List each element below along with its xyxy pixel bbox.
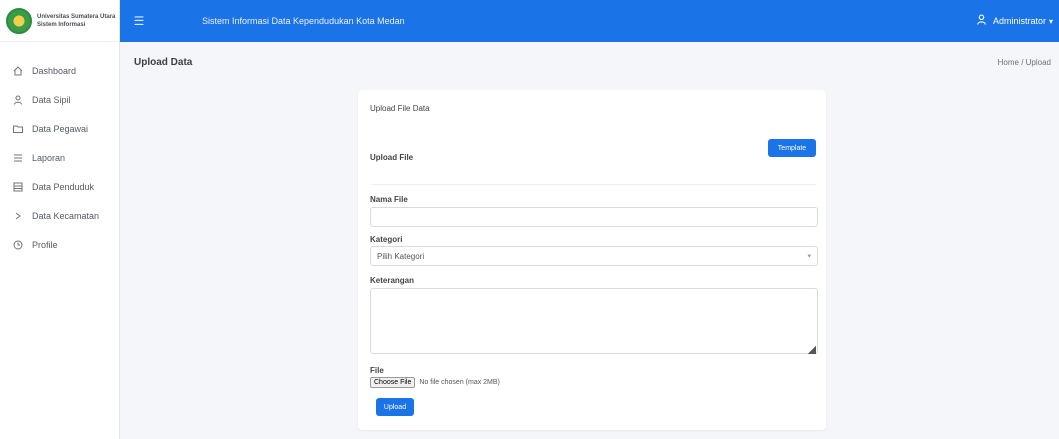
brand[interactable]: Universitas Sumatera Utara Sistem Inform…	[0, 0, 119, 42]
sidebar-item-label: Dashboard	[32, 65, 77, 76]
sidebar-item-data-pegawai[interactable]: Data Pegawai	[0, 114, 119, 143]
file-upload-field[interactable]	[370, 165, 818, 185]
category-label: Kategori	[370, 235, 403, 244]
home-icon	[12, 65, 24, 77]
clock-icon	[12, 239, 24, 251]
name-label: Nama File	[370, 195, 408, 204]
brand-subtitle: Sistem Informasi	[37, 21, 86, 28]
sidebar: Universitas Sumatera Utara Sistem Inform…	[0, 0, 120, 439]
chevron-down-icon: ▾	[807, 253, 811, 260]
sidebar-item-label: Data Kecamatan	[32, 210, 100, 221]
sidebar-item-label: Laporan	[32, 152, 66, 163]
chevron-icon	[12, 210, 24, 222]
submit-button[interactable]: Upload	[376, 398, 414, 416]
sidebar-nav: Dashboard Data Sipil Data Pegawai Lapora…	[0, 42, 119, 259]
folder-icon	[12, 123, 24, 135]
name-input[interactable]	[370, 207, 818, 227]
user-icon	[976, 14, 987, 28]
brand-text: Universitas Sumatera Utara Sistem Inform…	[37, 13, 115, 29]
resize-handle-icon[interactable]	[808, 346, 816, 354]
sidebar-item-profile[interactable]: Profile	[0, 230, 119, 259]
user-icon	[12, 94, 24, 106]
sidebar-item-label: Data Penduduk	[32, 181, 95, 192]
category-selected-value: Pilih Kategori	[377, 251, 425, 261]
page-title: Upload Data	[134, 56, 193, 68]
menu-toggle-icon[interactable]: ☰	[124, 14, 154, 28]
sidebar-item-label: Data Sipil	[32, 94, 71, 105]
sidebar-item-label: Data Pegawai	[32, 123, 89, 134]
list-icon	[12, 152, 24, 164]
upload-form-card: Upload File Data Template Upload File Na…	[358, 90, 826, 430]
sidebar-item-data-sipil[interactable]: Data Sipil	[0, 85, 119, 114]
table-icon	[12, 181, 24, 193]
sidebar-item-data-penduduk[interactable]: Data Penduduk	[0, 172, 119, 201]
sidebar-item-data-kecamatan[interactable]: Data Kecamatan	[0, 201, 119, 230]
user-name: Administrator	[992, 16, 1046, 26]
choose-file-button[interactable]: Choose File	[370, 377, 416, 388]
page-header: Upload Data Home / Upload	[120, 42, 1059, 82]
description-label: Keterangan	[370, 276, 415, 285]
university-logo-icon	[6, 7, 32, 34]
category-select[interactable]: Pilih Kategori ▾	[370, 246, 818, 266]
sidebar-item-dashboard[interactable]: Dashboard	[0, 56, 119, 85]
sidebar-item-label: Profile	[32, 239, 58, 250]
user-menu[interactable]: Administrator ▾	[976, 0, 1053, 42]
breadcrumb[interactable]: Home / Upload	[998, 58, 1051, 67]
attachment-label: File	[370, 366, 384, 375]
description-textarea[interactable]	[370, 288, 818, 354]
app-title: Sistem Informasi Data Kependudukan Kota …	[202, 16, 405, 26]
form-heading: Upload File Data	[370, 104, 430, 113]
topbar: ☰ Sistem Informasi Data Kependudukan Kot…	[120, 0, 1059, 42]
sidebar-item-laporan[interactable]: Laporan	[0, 143, 119, 172]
no-file-text: No file chosen (max 2MB)	[419, 379, 500, 386]
file-label: Upload File	[370, 153, 414, 162]
file-chooser: Choose File No file chosen (max 2MB)	[370, 377, 500, 388]
chevron-down-icon: ▾	[1048, 16, 1053, 26]
brand-name: Universitas Sumatera Utara	[37, 13, 116, 20]
template-button[interactable]: Template	[768, 139, 816, 157]
